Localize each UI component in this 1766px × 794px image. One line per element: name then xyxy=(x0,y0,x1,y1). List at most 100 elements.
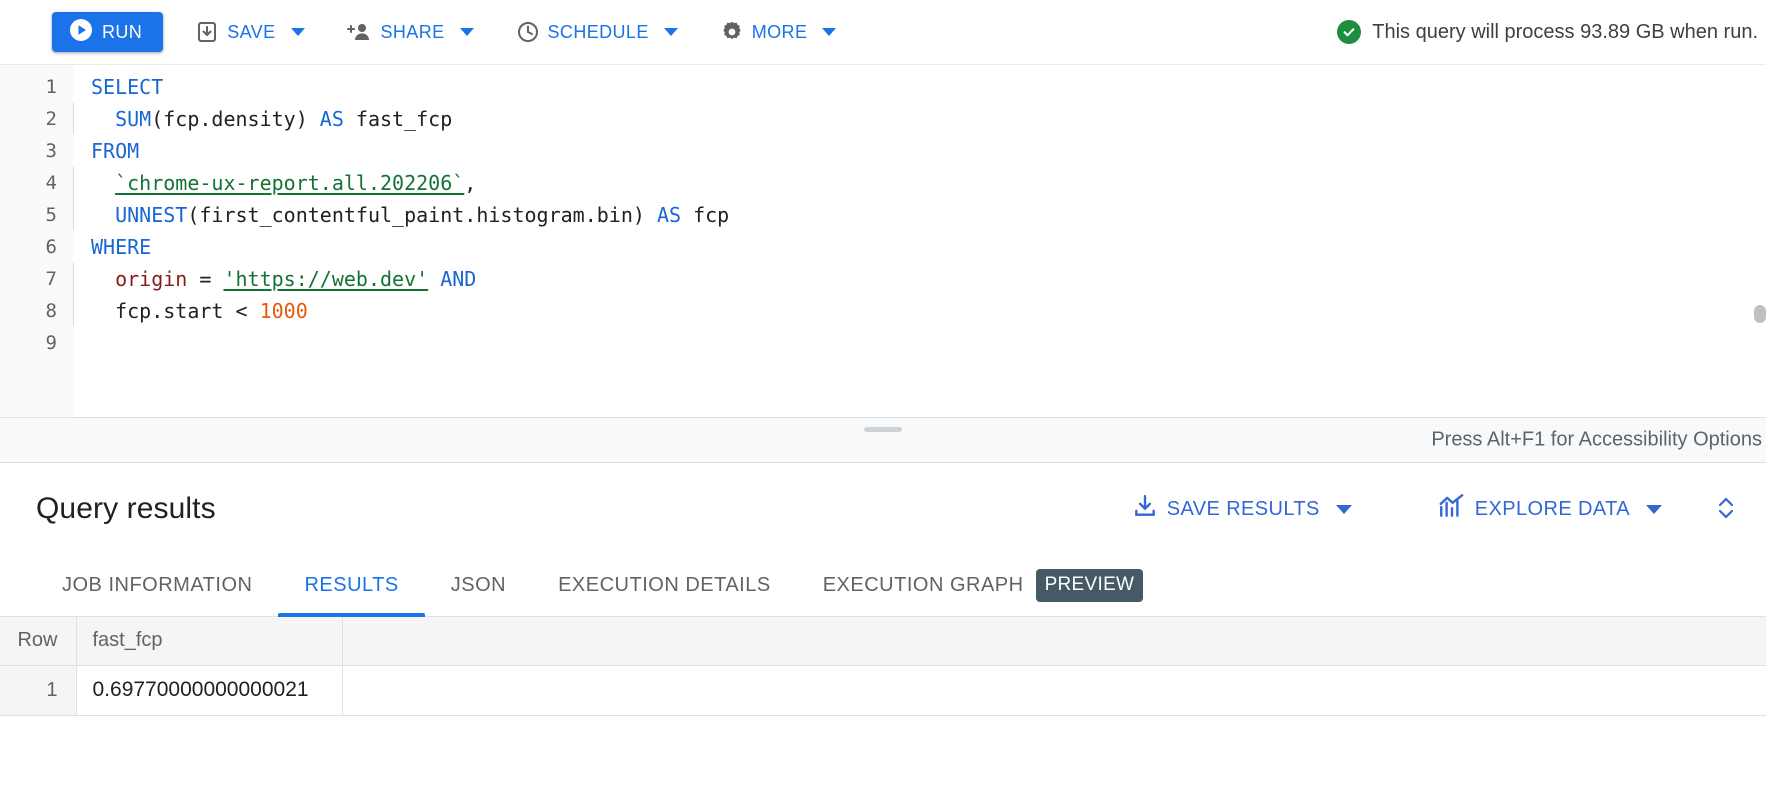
editor-code-line[interactable]: UNNEST(first_contentful_paint.histogram.… xyxy=(73,199,1766,231)
run-button[interactable]: RUN xyxy=(52,12,164,52)
more-button[interactable]: MORE xyxy=(710,12,847,52)
code-token: (fcp.density) xyxy=(151,107,320,131)
table-row[interactable]: 1 0.69770000000000021 xyxy=(0,665,1766,716)
tab-label: RESULTS xyxy=(304,574,399,596)
editor-code-line[interactable]: WHERE xyxy=(73,231,1766,263)
results-header: Query results SAVE RESULTS EXPLORE DATA xyxy=(0,463,1766,555)
expand-collapse-icon xyxy=(1714,493,1738,526)
editor-code-area[interactable]: SELECT SUM(fcp.density) AS fast_fcp FROM … xyxy=(73,65,1766,417)
code-token: SUM xyxy=(115,107,152,131)
editor-code-line[interactable]: `chrome-ux-report.all.202206`, xyxy=(73,167,1766,199)
code-token: < xyxy=(235,299,248,323)
code-token: fast_fcp xyxy=(343,107,453,131)
editor-line-number: 5 xyxy=(45,204,57,226)
code-token: (first_contentful_paint.histogram.bin) xyxy=(187,203,657,227)
download-icon xyxy=(1132,493,1158,525)
cell-row-number: 1 xyxy=(0,665,77,716)
editor-code-line[interactable]: FROM xyxy=(73,135,1766,167)
results-title: Query results xyxy=(36,492,216,525)
schedule-button[interactable]: SCHEDULE xyxy=(506,12,688,52)
code-token: FROM xyxy=(91,139,140,163)
tab-job-information[interactable]: JOB INFORMATION xyxy=(36,555,278,616)
code-token: 1000 xyxy=(247,299,308,323)
chevron-down-icon[interactable] xyxy=(663,28,678,36)
splitter-drag-handle[interactable] xyxy=(864,427,902,432)
tab-execution-details[interactable]: EXECUTION DETAILS xyxy=(532,555,797,616)
editor-line-number: 7 xyxy=(45,268,57,290)
gear-icon xyxy=(720,20,744,44)
save-button[interactable]: SAVE xyxy=(185,12,314,52)
tab-label: JSON xyxy=(450,574,507,596)
results-table-container: Row fast_fcp 1 0.69770000000000021 xyxy=(0,617,1766,794)
cell-fast-fcp: 0.69770000000000021 xyxy=(76,665,343,716)
share-button[interactable]: SHARE xyxy=(337,12,484,52)
results-table-body: 1 0.69770000000000021 xyxy=(0,665,1766,716)
editor-code-line[interactable]: fcp.start < 1000 xyxy=(73,295,1766,327)
tab-execution-graph[interactable]: EXECUTION GRAPH PREVIEW xyxy=(797,555,1170,616)
schedule-icon xyxy=(516,20,540,44)
bigquery-console: RUN SAVE SHARE SCHEDULE MORE This query … xyxy=(0,0,1766,794)
tab-json[interactable]: JSON xyxy=(425,555,532,616)
code-token: fcp xyxy=(681,203,730,227)
tab-label: EXECUTION GRAPH xyxy=(822,574,1024,596)
save-label: SAVE xyxy=(227,21,276,42)
preview-badge: PREVIEW xyxy=(1035,569,1144,602)
more-label: MORE xyxy=(751,21,808,42)
chart-trend-icon xyxy=(1438,493,1466,525)
column-header-filler xyxy=(342,617,1766,666)
chevron-down-icon[interactable] xyxy=(290,28,305,36)
save-results-label: SAVE RESULTS xyxy=(1166,497,1320,520)
code-token: fcp.start xyxy=(115,299,236,323)
editor-vertical-scrollbar[interactable] xyxy=(1754,305,1766,323)
chevron-down-icon[interactable] xyxy=(1646,504,1662,514)
table-header-row: Row fast_fcp xyxy=(0,617,1766,666)
run-label: RUN xyxy=(102,21,143,42)
expand-collapse-results-button[interactable] xyxy=(1704,487,1748,531)
check-circle-icon xyxy=(1337,20,1362,44)
save-icon xyxy=(195,20,219,44)
editor-code-line[interactable] xyxy=(73,327,1766,359)
cell-filler xyxy=(342,665,1766,716)
editor-line-number: 3 xyxy=(45,140,57,162)
tab-label: JOB INFORMATION xyxy=(62,574,253,596)
share-icon xyxy=(346,20,373,44)
query-toolbar: RUN SAVE SHARE SCHEDULE MORE This query … xyxy=(0,0,1766,65)
code-token: SELECT xyxy=(91,75,164,99)
tab-label: EXECUTION DETAILS xyxy=(558,574,771,596)
explore-data-label: EXPLORE DATA xyxy=(1474,497,1630,520)
tab-results[interactable]: RESULTS xyxy=(278,555,426,617)
code-token: 'https://web.dev' xyxy=(223,267,429,291)
chevron-down-icon[interactable] xyxy=(459,28,474,36)
code-token: `chrome-ux-report.all.202206` xyxy=(115,171,465,195)
editor-code-line[interactable]: SELECT xyxy=(73,71,1766,103)
save-results-button[interactable]: SAVE RESULTS xyxy=(1120,485,1364,533)
chevron-down-icon[interactable] xyxy=(1335,504,1352,514)
code-token: = xyxy=(187,267,224,291)
schedule-label: SCHEDULE xyxy=(547,21,649,42)
code-token: UNNEST xyxy=(115,203,188,227)
column-header-fast_fcp[interactable]: fast_fcp xyxy=(76,617,343,666)
editor-line-number: 4 xyxy=(45,172,57,194)
code-token: AS xyxy=(656,203,682,227)
code-token: WHERE xyxy=(91,235,152,259)
column-header-row[interactable]: Row xyxy=(0,617,77,666)
results-table: Row fast_fcp 1 0.69770000000000021 xyxy=(0,617,1766,716)
editor-code-line[interactable]: SUM(fcp.density) AS fast_fcp xyxy=(73,103,1766,135)
code-token: AS xyxy=(319,107,344,131)
share-label: SHARE xyxy=(380,21,445,42)
validation-text: This query will process 93.89 GB when ru… xyxy=(1372,20,1758,43)
accessibility-hint: Press Alt+F1 for Accessibility Options xyxy=(1431,428,1762,451)
code-token: origin xyxy=(115,267,188,291)
editor-code-line[interactable]: origin = 'https://web.dev' AND xyxy=(73,263,1766,295)
editor-line-number-gutter: 1 2 3 4 5 6 7 8 9 xyxy=(0,65,73,417)
explore-data-button[interactable]: EXPLORE DATA xyxy=(1426,485,1674,533)
query-validation-message: This query will process 93.89 GB when ru… xyxy=(1337,20,1758,44)
sql-editor[interactable]: 1 2 3 4 5 6 7 8 9 SELECT SUM(fcp.density) AS fas… xyxy=(0,65,1766,417)
editor-results-splitter[interactable]: Press Alt+F1 for Accessibility Options xyxy=(0,417,1766,463)
chevron-down-icon[interactable] xyxy=(822,28,837,36)
results-tab-bar: JOB INFORMATION RESULTS JSON EXECUTION DETA… xyxy=(0,555,1766,617)
